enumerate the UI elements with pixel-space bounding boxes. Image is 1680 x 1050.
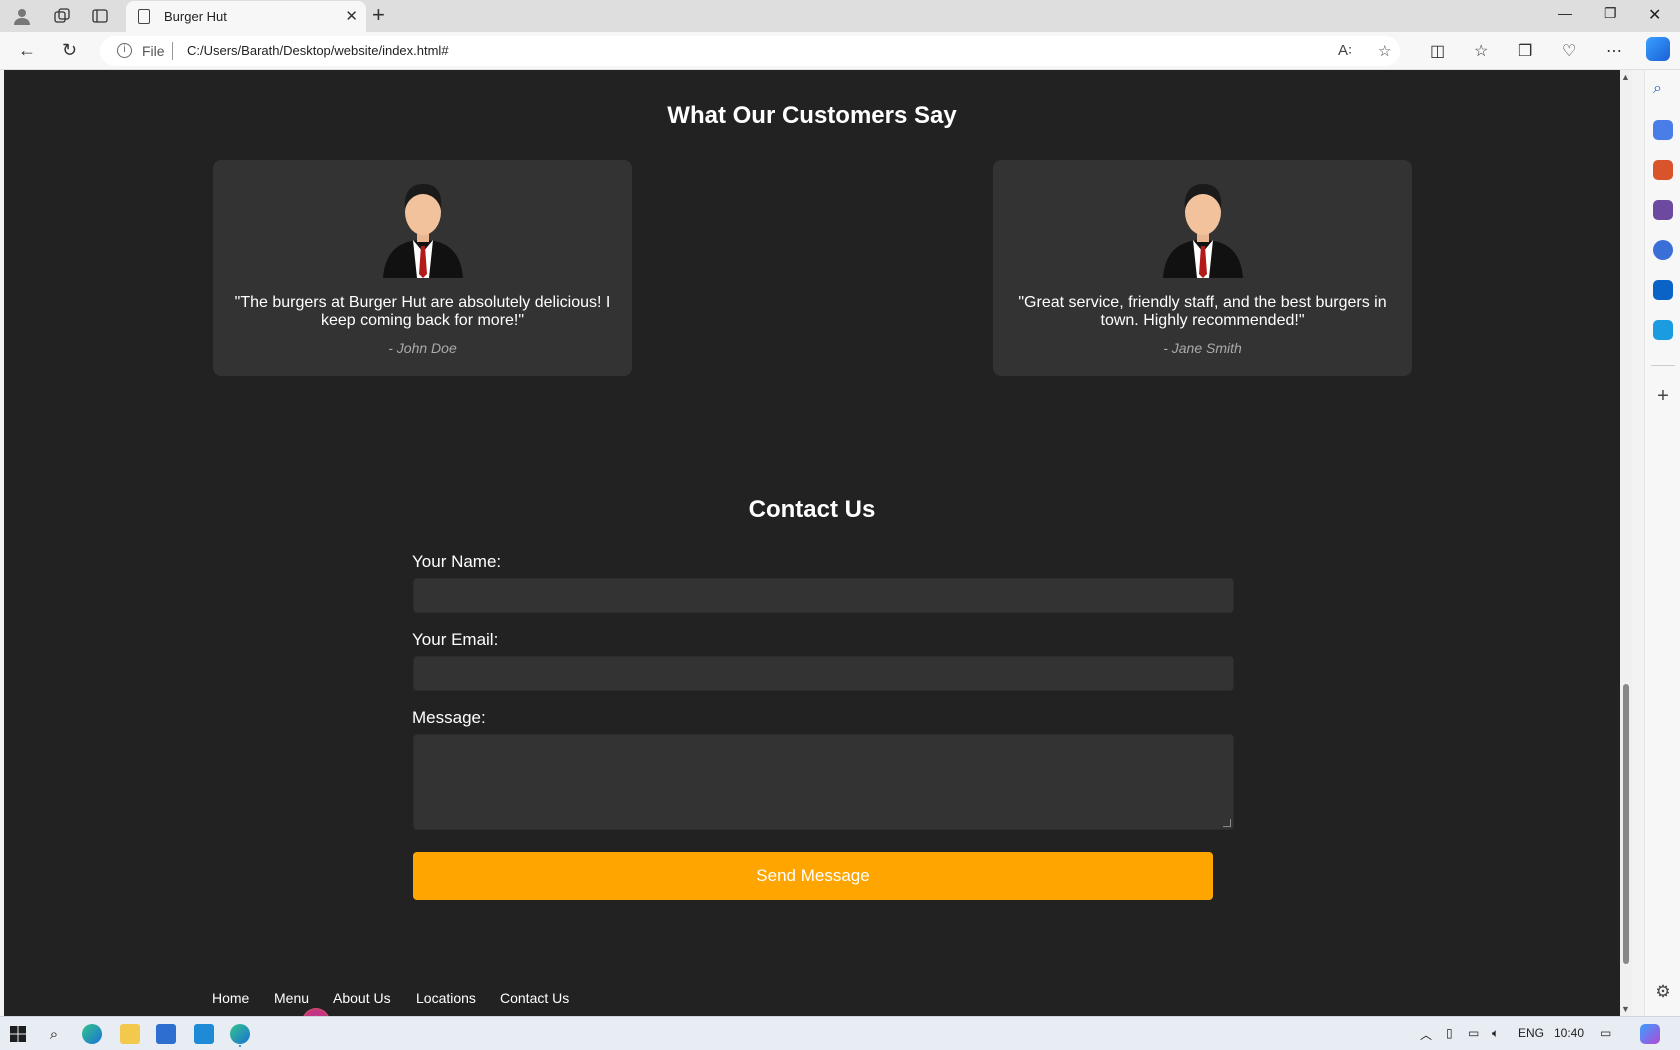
scroll-up-icon[interactable]: ▲ [1621, 72, 1630, 82]
browser-tab-bar: Burger Hut ✕ + — ❐ ✕ [0, 0, 1680, 32]
testimonial-quote: "The burgers at Burger Hut are absolutel… [234, 294, 611, 329]
copilot-taskbar-icon[interactable] [1640, 1024, 1660, 1044]
network-icon[interactable]: ▭ [1468, 1026, 1479, 1040]
footer-link-locations[interactable]: Locations [416, 990, 476, 1006]
tab-actions-icon[interactable] [88, 4, 112, 28]
page-icon [138, 9, 150, 24]
settings-gear-icon[interactable]: ⚙ [1653, 982, 1673, 1002]
workspaces-icon[interactable] [50, 4, 74, 28]
footer-link-menu[interactable]: Menu [274, 990, 309, 1006]
search-icon[interactable]: ⌕ [1653, 80, 1673, 100]
notifications-icon[interactable]: ▭ [1600, 1026, 1611, 1040]
performance-icon[interactable]: ♡ [1562, 41, 1576, 61]
minimize-icon[interactable]: — [1558, 5, 1572, 21]
games-icon[interactable] [1653, 200, 1673, 220]
battery-icon[interactable]: ▯ [1446, 1026, 1453, 1040]
name-input[interactable] [413, 578, 1234, 613]
page-viewport: What Our Customers Say "The burgers at B… [4, 70, 1620, 1016]
name-label: Your Name: [412, 552, 502, 571]
message-label: Message: [412, 708, 486, 727]
read-aloud-icon[interactable]: A꞉ [1338, 42, 1352, 59]
footer-link-about[interactable]: About Us [333, 990, 391, 1006]
address-toolbar: ← ↻ i File C:/Users/Barath/Desktop/websi… [0, 32, 1680, 70]
sidebar-divider [1651, 365, 1675, 366]
url-text[interactable]: C:/Users/Barath/Desktop/website/index.ht… [187, 43, 449, 58]
instagram-icon[interactable] [302, 1008, 330, 1016]
address-bar[interactable]: i File C:/Users/Barath/Desktop/website/i… [100, 36, 1400, 66]
customer-avatar [383, 184, 463, 278]
testimonial-author: - John Doe [388, 340, 457, 356]
language-indicator[interactable]: ENG [1518, 1026, 1544, 1040]
outlook-icon[interactable] [1653, 280, 1673, 300]
testimonial-quote: "Great service, friendly staff, and the … [1018, 294, 1387, 329]
testimonial-author: - Jane Smith [1163, 340, 1242, 356]
file-label: File [142, 43, 165, 59]
testimonials-heading: What Our Customers Say [667, 102, 957, 129]
send-message-button[interactable]: Send Message [413, 852, 1213, 900]
tools-icon[interactable] [1653, 160, 1673, 180]
copilot-icon[interactable] [1646, 37, 1670, 61]
tab-title: Burger Hut [164, 9, 227, 24]
edge-icon[interactable] [82, 1024, 102, 1044]
split-screen-icon[interactable]: ◫ [1430, 41, 1445, 61]
more-options-icon[interactable]: ⋯ [1606, 41, 1622, 61]
scrollbar-thumb[interactable] [1623, 684, 1629, 964]
browser-sidebar: ⌕ + ⚙ [1644, 70, 1680, 1016]
testimonial-card: "The burgers at Burger Hut are absolutel… [213, 160, 632, 376]
chevron-up-icon[interactable]: ︿ [1420, 1026, 1432, 1043]
drop-icon[interactable] [1653, 320, 1673, 340]
favorite-star-icon[interactable]: ☆ [1378, 42, 1391, 60]
footer-link-home[interactable]: Home [212, 990, 249, 1006]
refresh-icon[interactable]: ↻ [62, 40, 77, 61]
testimonial-card: "Great service, friendly staff, and the … [993, 160, 1412, 376]
back-icon[interactable]: ← [18, 40, 36, 61]
info-icon[interactable]: i [117, 43, 132, 58]
volume-icon[interactable]: 🔈︎ [1492, 1026, 1499, 1041]
close-window-icon[interactable]: ✕ [1648, 5, 1661, 25]
microsoft-365-icon[interactable] [1653, 240, 1673, 260]
scroll-down-icon[interactable]: ▼ [1621, 1004, 1630, 1014]
shopping-icon[interactable] [1653, 120, 1673, 140]
new-tab-icon[interactable]: + [372, 4, 385, 26]
favorites-icon[interactable]: ☆ [1474, 41, 1488, 61]
search-icon[interactable]: ⌕ [44, 1024, 64, 1044]
url-separator [172, 42, 173, 60]
vscode-icon[interactable] [194, 1024, 214, 1044]
windows-start-icon[interactable] [8, 1024, 28, 1044]
clock[interactable]: 10:40 [1554, 1026, 1584, 1040]
customer-avatar [1163, 184, 1243, 278]
resize-handle[interactable] [1223, 819, 1231, 827]
email-label: Your Email: [412, 630, 499, 649]
profile-icon[interactable] [10, 4, 34, 28]
message-textarea[interactable] [413, 734, 1234, 830]
contact-heading: Contact Us [748, 496, 876, 523]
edge-active-icon[interactable] [230, 1024, 250, 1044]
collections-icon[interactable]: ❒ [1518, 41, 1532, 61]
close-tab-icon[interactable]: ✕ [345, 7, 358, 25]
browser-tab[interactable]: Burger Hut ✕ [126, 1, 366, 32]
footer-link-contact[interactable]: Contact Us [500, 990, 569, 1006]
windows-taskbar: ⌕ ︿ ▯ ▭ 🔈︎ ENG 10:40 ▭ [0, 1016, 1680, 1050]
add-icon[interactable]: + [1653, 385, 1673, 407]
store-icon[interactable] [156, 1024, 176, 1044]
restore-icon[interactable]: ❐ [1604, 5, 1617, 22]
page-scrollbar[interactable]: ▲ ▼ [1620, 70, 1632, 1016]
email-input[interactable] [413, 656, 1234, 691]
file-explorer-icon[interactable] [120, 1024, 140, 1044]
